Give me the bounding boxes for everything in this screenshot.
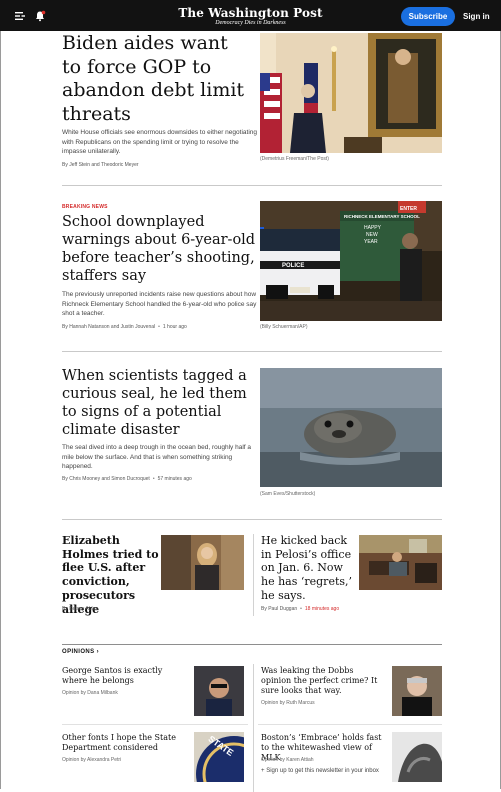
enter-sign: ENTER [400,206,417,212]
section-divider [62,644,442,645]
story-byline: By Kelsey Ables [62,606,98,612]
story-headline[interactable]: When scientists tagged a curious seal, h… [62,367,258,439]
opinion-headline[interactable]: Other fonts I hope the State Department … [62,733,184,753]
story-photo-seal[interactable] [260,368,442,487]
school-sign-line: HAPPY [364,225,382,231]
breaking-news-label: BREAKING NEWS [62,204,108,210]
opinion-byline: Opinion by Karen Attiah [261,757,314,763]
section-divider [62,185,442,186]
column-divider [253,534,254,616]
opinion-headline[interactable]: George Santos is exactly where he belong… [62,666,184,686]
story-dek: The seal dived into a deep trough in the… [62,444,251,471]
story-dek: The previously unreported incidents rais… [62,291,257,318]
opinion-byline: Opinion by Dana Milbank [62,690,118,696]
subscribe-button[interactable]: Subscribe [401,7,455,26]
column-divider [253,664,254,792]
row-divider [62,724,248,725]
story-timestamp: 57 minutes ago [157,476,192,482]
opinion-photo-roberts[interactable] [392,666,442,716]
newsletter-signup-link[interactable]: + Sign up to get this newsletter in your… [261,767,383,775]
story-photo-pelosi-office[interactable] [359,535,442,590]
story-byline: By Jeff Stein and Theodoric Meyer [62,162,139,168]
section-divider [62,519,442,520]
story-headline[interactable]: Elizabeth Holmes tried to flee U.S. afte… [62,534,160,616]
story-headline[interactable]: He kicked back in Pelosi’s office on Jan… [261,534,359,603]
story-headline[interactable]: Biden aides want to force GOP to abandon… [62,32,252,126]
story-dek: White House officials see enormous downs… [62,129,257,156]
story-byline: By Hannah Natanson and Justin Jouvenal • 1… [62,324,187,330]
school-sign-line: YEAR [364,239,378,245]
opinion-headline[interactable]: Was leaking the Dobbs opinion the perfec… [261,666,383,697]
story-timestamp: 1 hour ago [162,324,187,330]
chevron-right-icon: › [96,649,100,655]
photo-caption: (Billy Schuerman/AP) [260,324,308,330]
story-headline[interactable]: School downplayed warnings about 6-year-… [62,213,258,285]
school-sign-line: RICHNECK ELEMENTARY SCHOOL [344,214,420,219]
section-divider [62,351,442,352]
opinion-photo-state-seal[interactable]: STATE [194,732,244,782]
opinion-photo-embrace-sculpture[interactable] [392,732,442,782]
story-byline: By Chris Mooney and Simon Ducroquet • 57 m… [62,476,192,482]
story-photo-school-police[interactable]: RICHNECK ELEMENTARY SCHOOL HAPPY NEW YEA… [260,201,442,321]
story-timestamp: 18 minutes ago [304,606,340,612]
story-byline: By Paul Duggan • 18 minutes ago [261,606,340,612]
story-photo-holmes[interactable] [161,535,244,590]
opinion-byline: Opinion by Ruth Marcus [261,700,315,706]
row-divider [258,724,442,725]
opinion-byline: Opinion by Alexandra Petri [62,757,122,763]
plus-icon: + [261,768,265,774]
opinion-photo-santos[interactable] [194,666,244,716]
photo-caption: (Sam Eves/Shutterstock) [260,491,316,497]
photo-caption: (Demetrius Freeman/The Post) [260,156,329,162]
police-car-label: POLICE [282,263,304,269]
page-border-left [0,31,1,789]
sign-in-link[interactable]: Sign in [463,7,490,26]
story-photo-biden-podium[interactable] [260,33,442,153]
school-sign-line: NEW [366,232,378,238]
top-nav-bar: The Washington Post Democracy Dies in Da… [0,0,501,31]
opinions-section-label[interactable]: OPINIONS › [62,649,99,655]
